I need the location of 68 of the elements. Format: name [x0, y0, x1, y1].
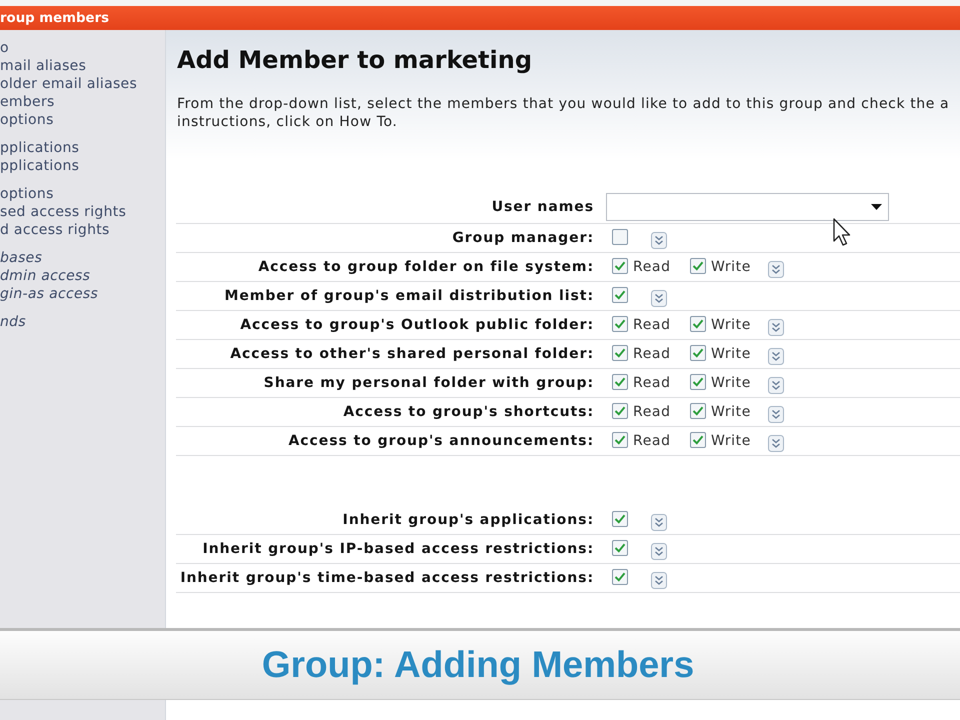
checkbox-label[interactable]: Read — [633, 433, 671, 449]
page-title: Add Member to marketing — [177, 45, 534, 75]
checkbox[interactable] — [612, 510, 628, 526]
checkbox[interactable] — [690, 316, 706, 332]
field-label: Share my personal folder with group: — [262, 375, 594, 391]
double-chevron-icon[interactable] — [768, 348, 784, 364]
checkbox-label[interactable]: Write — [711, 346, 751, 362]
checkbox-label[interactable]: Write — [711, 404, 751, 420]
checkbox[interactable] — [612, 568, 628, 584]
checkbox[interactable] — [612, 432, 628, 448]
checkbox[interactable] — [612, 402, 628, 418]
field-label: Access to group folder on file system: — [257, 259, 594, 275]
field-label: Access to group's announcements: — [288, 433, 594, 449]
checkbox-label[interactable]: Write — [711, 433, 751, 449]
checkbox[interactable] — [690, 344, 706, 360]
double-chevron-icon[interactable] — [768, 376, 784, 394]
double-chevron-icon[interactable] — [651, 290, 667, 306]
field-label: Access to other's shared personal folder: — [229, 346, 594, 362]
checkbox-label[interactable]: Write — [711, 375, 751, 391]
checkbox-label[interactable]: Read — [633, 404, 671, 420]
checkbox[interactable] — [690, 402, 706, 418]
checkbox[interactable] — [690, 432, 706, 448]
sidebar-link[interactable]: sed access rights — [0, 203, 165, 221]
caret-icon — [871, 204, 882, 210]
checkbox-label[interactable]: Read — [633, 346, 671, 362]
sidebar-link[interactable]: pplications — [0, 157, 165, 175]
double-chevron-icon[interactable] — [768, 406, 784, 422]
checkbox[interactable] — [690, 258, 706, 274]
checkbox[interactable] — [612, 258, 628, 274]
double-chevron-icon[interactable] — [651, 232, 667, 248]
checkbox[interactable] — [612, 374, 628, 390]
sidebar-link[interactable]: mail aliases — [0, 57, 165, 75]
checkbox-label[interactable]: Write — [711, 317, 751, 333]
checkbox[interactable] — [612, 228, 628, 244]
checkbox[interactable] — [612, 540, 628, 556]
checkbox-label[interactable]: Read — [633, 317, 671, 333]
caption-text: Group: Adding Members — [262, 644, 694, 686]
instructions-text: From the drop-down list, select the members that you would like to add to this group and check the a instructions, click on How To. — [177, 95, 950, 131]
field-label: Access to group's Outlook public folder: — [239, 317, 594, 333]
sidebar-link[interactable]: older email aliases — [0, 75, 165, 93]
checkbox[interactable] — [690, 374, 706, 390]
sidebar-link[interactable]: options — [0, 111, 165, 129]
header-title: roup members — [0, 10, 110, 26]
checkbox[interactable] — [612, 344, 628, 360]
checkbox[interactable] — [612, 286, 628, 302]
sidebar-link[interactable]: o — [0, 39, 165, 57]
field-label: Group manager: — [451, 230, 594, 246]
sidebar-link[interactable]: options — [0, 185, 165, 203]
double-chevron-icon[interactable] — [651, 542, 667, 560]
double-chevron-icon[interactable] — [768, 318, 784, 336]
double-chevron-icon[interactable] — [768, 260, 784, 278]
checkbox-label[interactable]: Write — [711, 259, 751, 275]
cursor-icon — [833, 218, 853, 248]
field-label: Member of group's email distribution list: — [223, 288, 594, 304]
sidebar-link[interactable]: pplications — [0, 139, 165, 157]
sidebar-link[interactable]: embers — [0, 93, 165, 111]
field-label: Access to group's shortcuts: — [342, 404, 594, 420]
checkbox-label[interactable]: Read — [633, 259, 671, 275]
checkbox-label[interactable]: Read — [633, 375, 671, 391]
double-chevron-icon[interactable] — [651, 514, 667, 530]
double-chevron-icon[interactable] — [651, 572, 667, 588]
field-label: Inherit group's applications: — [342, 512, 594, 528]
field-label: User names — [490, 198, 594, 214]
sidebar-link[interactable]: d access rights — [0, 221, 165, 239]
checkbox[interactable] — [612, 316, 628, 332]
field-label: Inherit group's IP-based access restrictions: — [202, 541, 594, 557]
double-chevron-icon[interactable] — [768, 434, 784, 452]
field-label: Inherit group's time-based access restrictions: — [179, 570, 594, 586]
